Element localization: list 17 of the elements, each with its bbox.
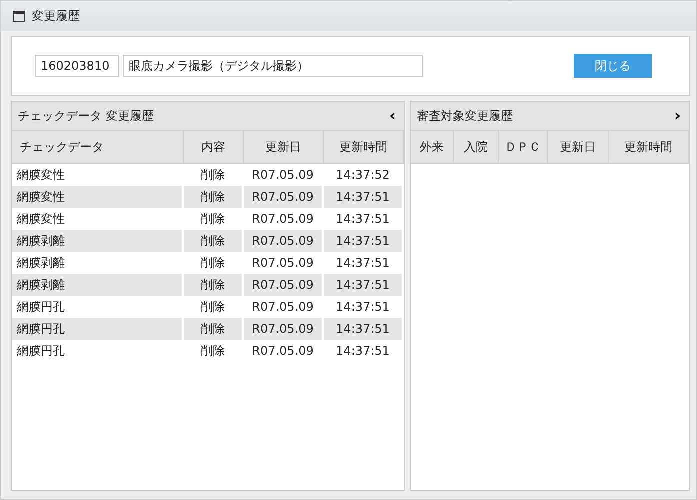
window-icon xyxy=(13,10,25,22)
window-title: 変更履歴 xyxy=(32,8,80,24)
column-header[interactable]: 更新日 xyxy=(548,131,610,164)
table-cell: R07.05.09 xyxy=(244,340,324,362)
name-field[interactable]: 眼底カメラ撮影（デジタル撮影） xyxy=(123,55,423,77)
table-cell: 14:37:51 xyxy=(324,340,404,362)
column-header[interactable]: 入院 xyxy=(454,131,500,164)
column-header[interactable]: 外来 xyxy=(411,131,454,164)
expand-button[interactable]: › xyxy=(672,108,683,124)
code-field[interactable]: 160203810 xyxy=(35,55,119,77)
table-cell: 削除 xyxy=(184,340,244,362)
column-header[interactable]: 更新時間 xyxy=(609,131,689,164)
column-header[interactable]: ＤＰＣ xyxy=(499,131,548,164)
table-cell: 網膜円孔 xyxy=(12,340,184,362)
panel-title: 審査対象変更履歴 xyxy=(417,108,514,124)
collapse-button[interactable]: ‹ xyxy=(387,108,398,124)
panel-title: チェックデータ 変更履歴 xyxy=(18,108,154,124)
